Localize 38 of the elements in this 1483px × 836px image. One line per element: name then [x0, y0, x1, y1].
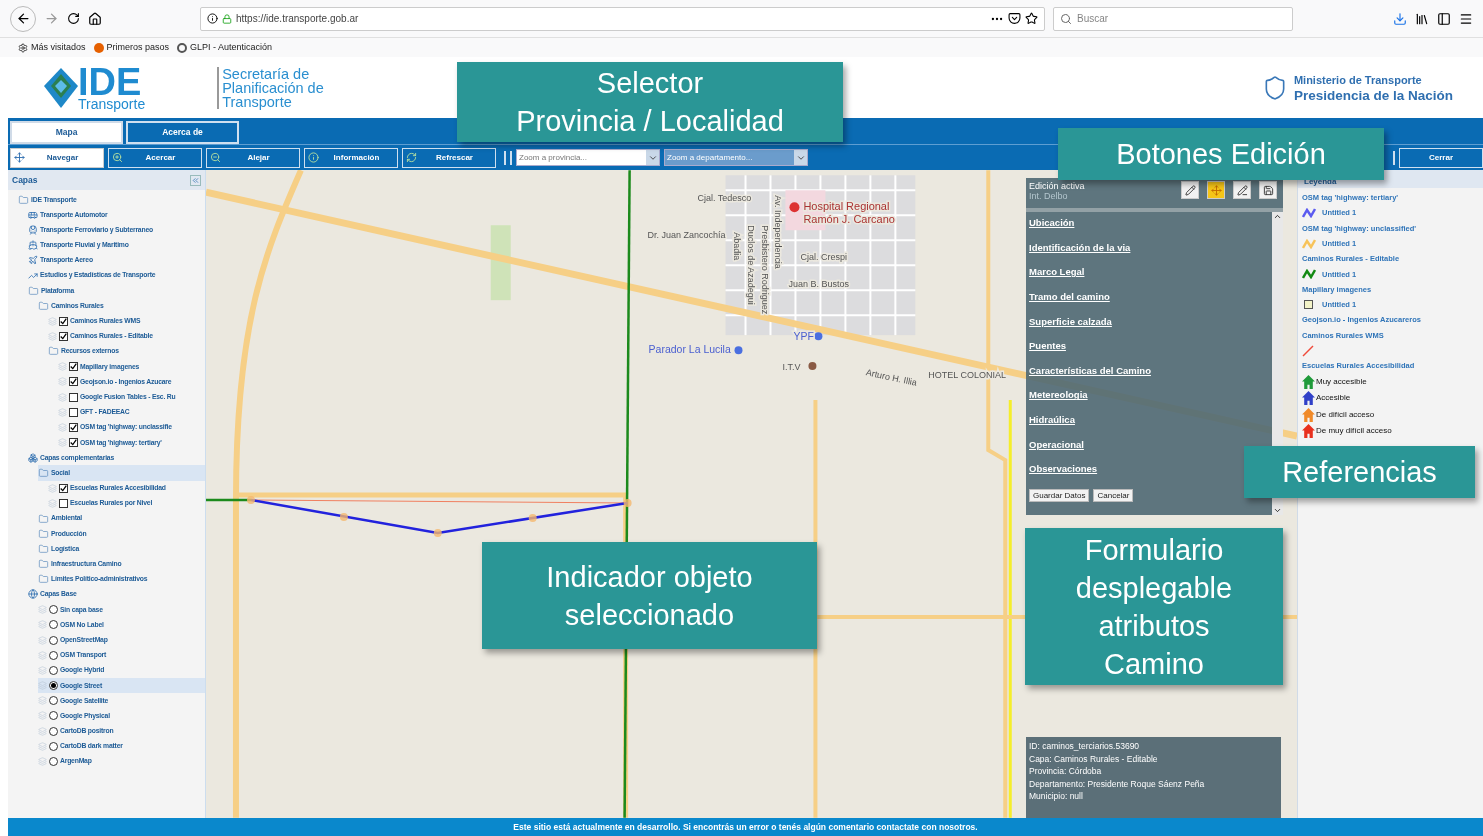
- info-line: Departamento: Presidente Roque Sáenz Peña: [1029, 777, 1206, 790]
- map-label: Ramón J. Carcano: [803, 213, 895, 226]
- edit-title: Edición activa: [1029, 181, 1085, 191]
- map-label: Cjal. Tedesco: [697, 193, 752, 204]
- info-line: Municipio: null: [1029, 790, 1084, 803]
- presidency-text: Presidencia de la Nación: [1293, 88, 1453, 103]
- callout-tooltip: Botones Edición: [1058, 128, 1384, 180]
- map-label: Duclos de Azadegui: [745, 225, 756, 305]
- map-label: Av. Independencia: [773, 195, 784, 269]
- map-label: Arturo H. Illia: [865, 367, 918, 388]
- logo-title: IDE: [78, 64, 142, 99]
- map-label: Abadia: [731, 232, 742, 261]
- map-label: Presbistero Rodriguez: [759, 225, 770, 315]
- secretaria-text: Secretaría de Planificación de Transporte: [217, 66, 324, 109]
- callout-tooltip: Indicador objeto seleccionado: [482, 542, 817, 649]
- info-line: Provincia: Córdoba: [1029, 765, 1103, 778]
- logo-subtitle: Transporte: [78, 96, 146, 111]
- callout-tooltip: Formulario desplegable atributos Camino: [1025, 528, 1283, 685]
- ministry-text: Ministerio de Transporte: [1293, 73, 1423, 89]
- map-label: Juan B. Bustos: [788, 279, 849, 290]
- map-label: YPF: [793, 331, 814, 343]
- map-label: Parador La Lucila: [648, 344, 731, 356]
- url-text: https://ide.transporte.gob.ar: [236, 12, 359, 26]
- legend-label: De muy difícil acceso: [1316, 425, 1392, 438]
- legend-label: Muy accesible: [1316, 375, 1367, 388]
- map-label: I.T.V: [782, 362, 801, 373]
- map-label: Dr. Juan Zancochía: [647, 230, 726, 241]
- edit-subtitle: Int. Delbo: [1029, 191, 1069, 201]
- legend-label: Accesible: [1316, 392, 1351, 405]
- footer-text: Este sitio está actualmente en desarrollo. Si encontrás un error o tenés algún comentario contactate con nosotros.: [513, 820, 978, 834]
- map-label: Cjal. Crespi: [800, 252, 847, 263]
- map-label: Hospital Regional: [803, 200, 890, 213]
- callout-tooltip: Referencias: [1244, 446, 1475, 498]
- legend-label: De difícil acceso: [1316, 408, 1375, 421]
- info-line: Capa: Caminos Rurales - Editable: [1029, 752, 1159, 765]
- panel-title: Capas: [12, 173, 38, 187]
- callout-tooltip: Selector Provincia / Localidad: [457, 62, 843, 142]
- info-line: ID: caminos_terciarios.53690: [1029, 740, 1141, 753]
